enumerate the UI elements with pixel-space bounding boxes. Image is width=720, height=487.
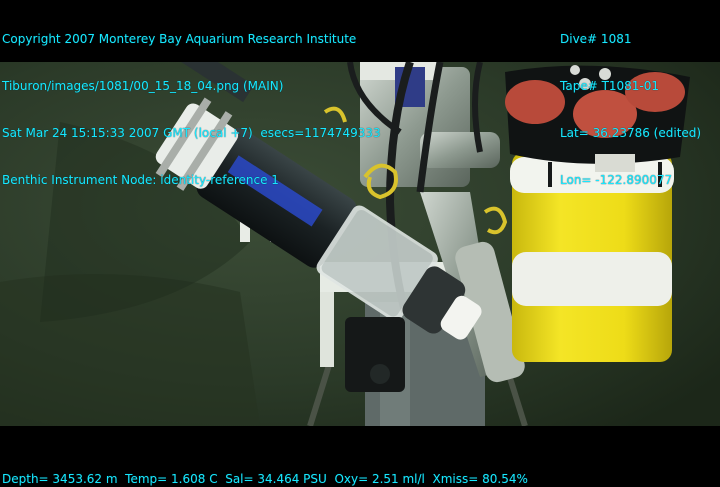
copyright-line: Copyright 2007 Monterey Bay Aquarium Res… (2, 32, 357, 46)
video-frame: Copyright 2007 Monterey Bay Aquarium Res… (0, 0, 720, 486)
latitude: Lat= 36.23786 (edited) (560, 126, 702, 140)
overlay-top-right: Dive# 1081 Tape# T1081-01 Lat= 36.23786 … (560, 0, 701, 219)
overlay-top-left: Copyright 2007 Monterey Bay Aquarium Res… (2, 0, 381, 219)
timestamp-line: Sat Mar 24 15:15:33 2007 GMT (local +7) … (2, 126, 381, 140)
dive-number: Dive# 1081 (560, 32, 632, 46)
tape-number: Tape# T1081-01 (560, 79, 660, 93)
longitude: Lon= -122.890077 (560, 173, 673, 187)
image-path-line: Tiburon/images/1081/00_15_18_04.png (MAI… (2, 79, 284, 93)
node-line: Benthic Instrument Node: identity-refere… (2, 173, 279, 187)
sensor-readout: Depth= 3453.62 m Temp= 1.608 C Sal= 34.4… (2, 472, 528, 486)
